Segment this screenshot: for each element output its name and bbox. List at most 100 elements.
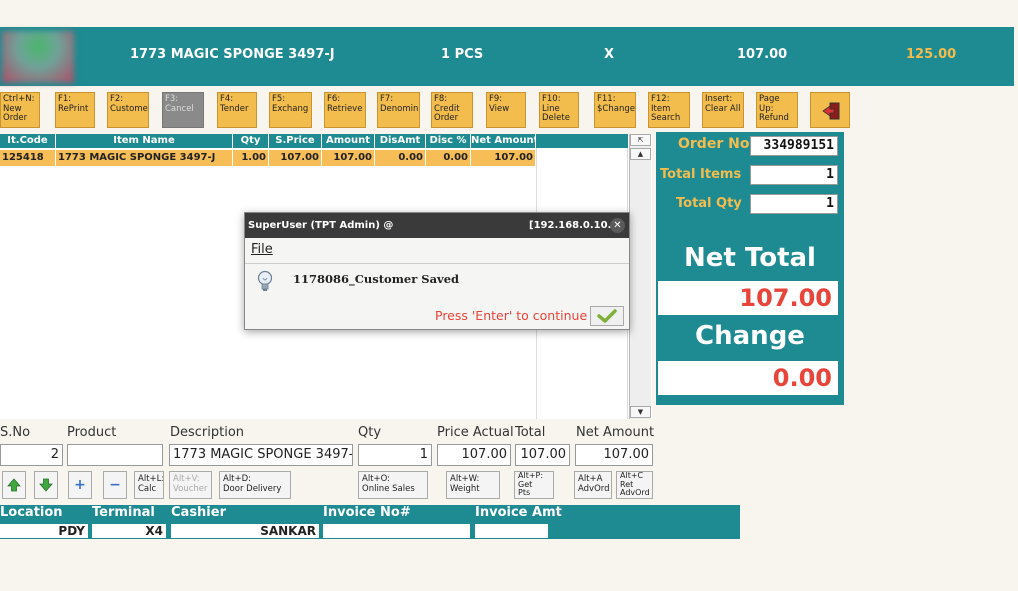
col-header-disamt[interactable]: DisAmt bbox=[375, 134, 426, 148]
message-dialog: SuperUser (TPT Admin) @ [192.168.0.10...… bbox=[244, 212, 630, 330]
status-footer: Location Terminal Cashier Invoice No# In… bbox=[0, 505, 740, 539]
description-field[interactable]: 1773 MAGIC SPONGE 3497-J bbox=[169, 444, 353, 466]
total-items-value: 1 bbox=[750, 165, 838, 185]
cashier-value: SANKAR bbox=[171, 524, 319, 538]
dialog-host: [192.168.0.10... bbox=[529, 220, 619, 231]
arrow-up-icon bbox=[7, 478, 21, 492]
col-header-sprice[interactable]: S.Price bbox=[269, 134, 322, 148]
online-sales-button[interactable]: Alt+O: Online Sales bbox=[358, 471, 428, 499]
menu-file[interactable]: File bbox=[251, 242, 273, 257]
line-delete-button[interactable]: F10: Line Delete bbox=[539, 92, 579, 128]
close-icon[interactable]: ✕ bbox=[610, 218, 625, 233]
refund-button[interactable]: Page Up: Refund bbox=[756, 92, 798, 128]
invoice-amt-label: Invoice Amt bbox=[475, 505, 562, 520]
new-order-button[interactable]: Ctrl+N: New Order bbox=[0, 92, 40, 128]
minus-button[interactable]: − bbox=[103, 471, 127, 499]
scroll-corner-icon[interactable]: ⇱ bbox=[630, 134, 651, 146]
change-button[interactable]: F11: $Change bbox=[594, 92, 636, 128]
qty-field[interactable]: 1 bbox=[358, 444, 432, 466]
col-header-qty[interactable]: Qty bbox=[233, 134, 269, 148]
invoice-no-value bbox=[323, 524, 470, 538]
terminal-value: X4 bbox=[92, 524, 166, 538]
move-up-button[interactable] bbox=[2, 471, 26, 499]
current-item-name: 1773 MAGIC SPONGE 3497-J bbox=[130, 47, 335, 62]
order-no-value: 334989151 bbox=[750, 136, 838, 156]
customer-button[interactable]: F2: Custome bbox=[107, 92, 149, 128]
scroll-down-icon[interactable]: ▼ bbox=[630, 406, 651, 418]
col-header-itcode[interactable]: It.Code bbox=[0, 134, 56, 148]
store-logo bbox=[2, 31, 74, 83]
current-item-total: 125.00 bbox=[906, 47, 957, 62]
cell-sprice: 107.00 bbox=[269, 150, 322, 166]
cancel-button[interactable]: F3: Cancel bbox=[162, 92, 204, 128]
return-advance-order-button[interactable]: Alt+C Ret AdvOrd bbox=[616, 471, 653, 499]
multiply-sign: X bbox=[604, 47, 615, 62]
cell-amount: 107.00 bbox=[322, 150, 375, 166]
current-item-price: 107.00 bbox=[737, 47, 788, 62]
checkmark-icon bbox=[597, 309, 617, 323]
exit-icon bbox=[821, 102, 839, 119]
minus-icon: − bbox=[109, 477, 121, 493]
description-label: Description bbox=[170, 425, 245, 440]
invoice-no-label: Invoice No# bbox=[323, 505, 411, 520]
sno-label: S.No bbox=[0, 425, 31, 440]
price-actual-field[interactable]: 107.00 bbox=[437, 444, 511, 466]
cell-netamount: 107.00 bbox=[471, 150, 536, 166]
scroll-up-icon[interactable]: ▲ bbox=[630, 148, 651, 160]
function-key-toolbar: Ctrl+N: New Order F1: RePrint F2: Custom… bbox=[0, 90, 860, 130]
total-label: Total bbox=[515, 425, 546, 440]
view-button[interactable]: F9: View bbox=[486, 92, 526, 128]
lightbulb-icon bbox=[257, 270, 273, 291]
dialog-titlebar[interactable]: SuperUser (TPT Admin) @ [192.168.0.10...… bbox=[245, 213, 629, 238]
get-points-button[interactable]: Alt+P: Get Pts bbox=[514, 471, 554, 499]
clear-all-button[interactable]: Insert: Clear All bbox=[702, 92, 744, 128]
item-search-button[interactable]: F12: Item Search bbox=[648, 92, 690, 128]
ok-button[interactable] bbox=[590, 306, 624, 326]
total-qty-label: Total Qty bbox=[676, 196, 742, 211]
item-summary-bar: 1773 MAGIC SPONGE 3497-J 1 PCS X 107.00 … bbox=[0, 27, 1014, 86]
col-header-netamount[interactable]: Net Amount bbox=[471, 134, 536, 148]
reprint-button[interactable]: F1: RePrint bbox=[55, 92, 95, 128]
dialog-title: SuperUser (TPT Admin) @ bbox=[248, 220, 394, 231]
terminal-label: Terminal bbox=[92, 505, 155, 520]
table-row[interactable]: 125418 1773 MAGIC SPONGE 3497-J 1.00 107… bbox=[0, 150, 536, 166]
credit-order-button[interactable]: F8: Credit Order bbox=[431, 92, 473, 128]
total-qty-value: 1 bbox=[750, 194, 838, 214]
col-header-discpct[interactable]: Disc % bbox=[426, 134, 471, 148]
total-items-label: Total Items bbox=[660, 167, 742, 182]
move-down-button[interactable] bbox=[34, 471, 58, 499]
exchange-button[interactable]: F5: Exchang bbox=[269, 92, 312, 128]
retrieve-button[interactable]: F6: Retrieve bbox=[324, 92, 366, 128]
qty-label: Qty bbox=[358, 425, 382, 440]
order-no-label: Order No bbox=[678, 136, 750, 152]
plus-button[interactable]: + bbox=[68, 471, 92, 499]
sno-field[interactable]: 2 bbox=[0, 444, 63, 466]
weight-button[interactable]: Alt+W: Weight bbox=[446, 471, 500, 499]
col-header-itemname[interactable]: Item Name bbox=[56, 134, 233, 148]
product-field[interactable] bbox=[67, 444, 163, 466]
vertical-scrollbar[interactable]: ⇱ ▲ ▼ bbox=[629, 134, 651, 419]
grid-header: It.Code Item Name Qty S.Price Amount Dis… bbox=[0, 134, 536, 148]
dialog-message: 1178086_Customer Saved bbox=[293, 272, 460, 286]
location-label: Location bbox=[0, 505, 63, 520]
order-summary-panel: Order No 334989151 Total Items 1 Total Q… bbox=[656, 132, 844, 405]
door-delivery-button[interactable]: Alt+D: Door Delivery bbox=[219, 471, 291, 499]
cell-disamt: 0.00 bbox=[375, 150, 426, 166]
col-header-amount[interactable]: Amount bbox=[322, 134, 375, 148]
advance-order-button[interactable]: Alt+A AdvOrd bbox=[574, 471, 612, 499]
denomination-button[interactable]: F7: Denomin bbox=[377, 92, 420, 128]
net-total-label: Net Total bbox=[684, 243, 816, 273]
current-item-qty: 1 PCS bbox=[441, 47, 484, 62]
total-field[interactable]: 107.00 bbox=[515, 444, 570, 466]
voucher-button[interactable]: Alt+V: Voucher bbox=[169, 471, 212, 499]
dialog-hint: Press 'Enter' to continue bbox=[435, 308, 588, 323]
calc-button[interactable]: Alt+L: Calc bbox=[134, 471, 164, 499]
exit-button[interactable] bbox=[810, 92, 850, 128]
cell-discpct: 0.00 bbox=[426, 150, 471, 166]
cell-qty: 1.00 bbox=[233, 150, 269, 166]
net-amount-field[interactable]: 107.00 bbox=[575, 444, 653, 466]
plus-icon: + bbox=[74, 477, 86, 493]
grid-side-header bbox=[536, 134, 628, 148]
tender-button[interactable]: F4: Tender bbox=[217, 92, 257, 128]
arrow-down-icon bbox=[39, 478, 53, 492]
